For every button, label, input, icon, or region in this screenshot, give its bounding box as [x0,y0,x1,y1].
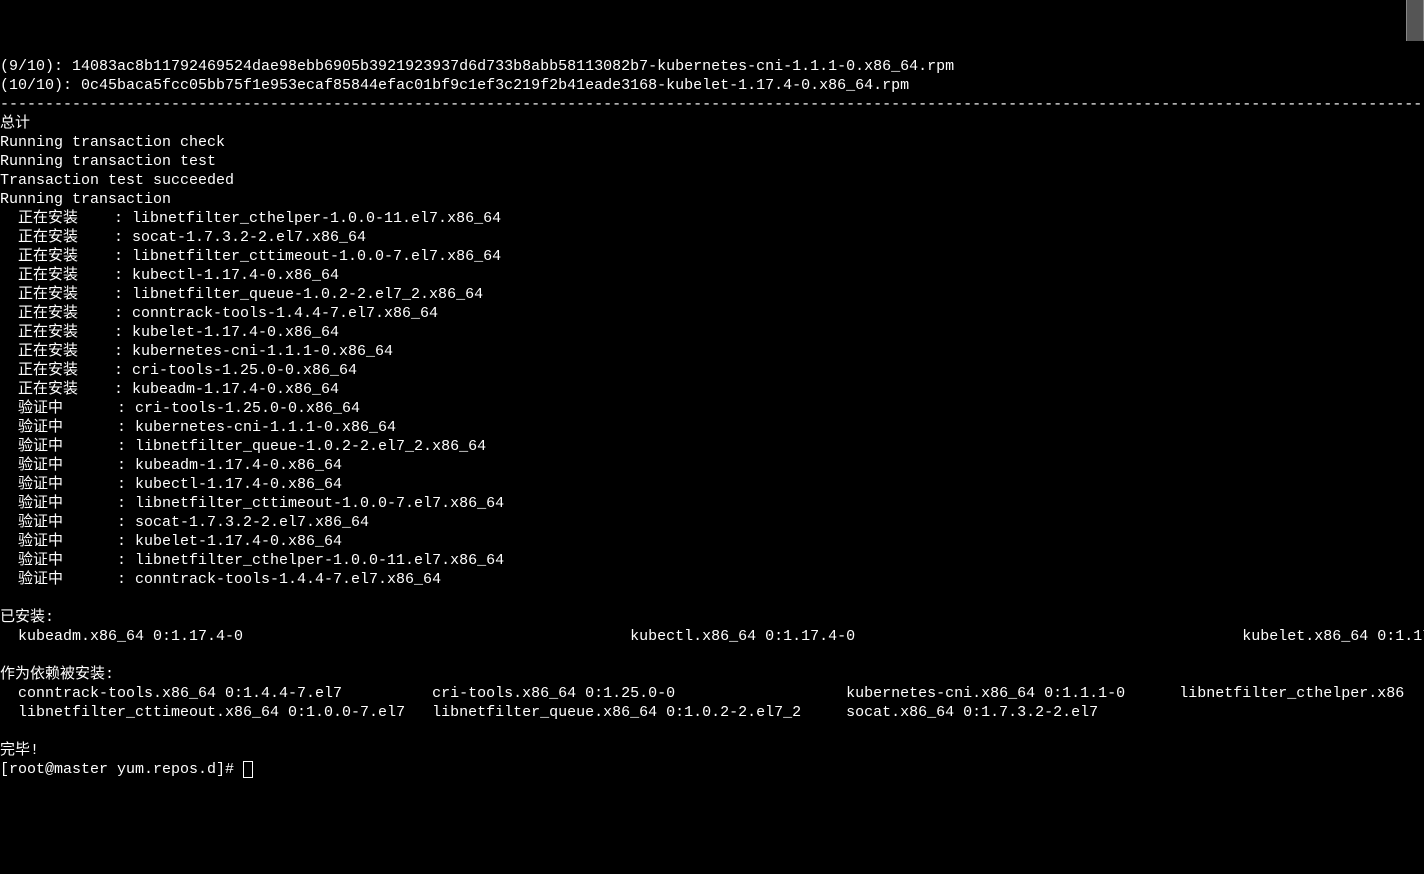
shell-prompt[interactable]: [root@master yum.repos.d]# [0,761,243,778]
terminal-output[interactable]: (9/10): 14083ac8b11792469524dae98ebb6905… [0,57,1424,779]
cursor [243,761,253,778]
scrollbar[interactable] [1406,0,1424,41]
